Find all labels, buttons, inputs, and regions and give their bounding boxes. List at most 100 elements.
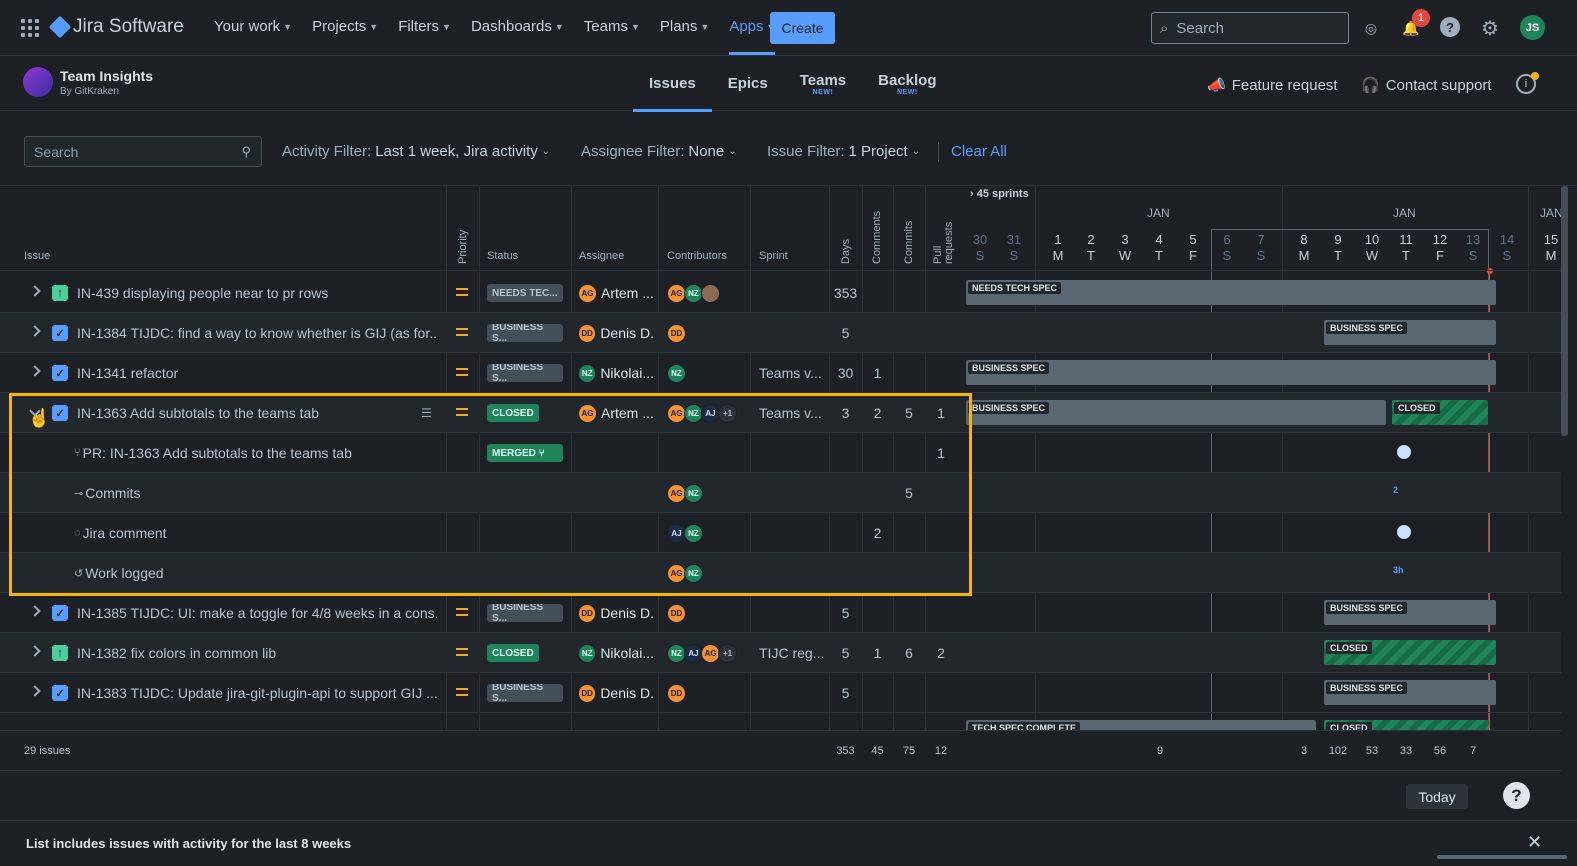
- tab-issues[interactable]: Issues: [633, 56, 712, 112]
- avatar[interactable]: DD: [667, 683, 686, 703]
- details-panel-icon[interactable]: ☰: [421, 406, 432, 420]
- col-comments[interactable]: Comments: [871, 211, 883, 264]
- timeline-bar[interactable]: BUSINESS SPEC: [1324, 600, 1496, 625]
- menu-your-work[interactable]: Your work ▼: [214, 18, 292, 35]
- timeline-bar[interactable]: CLOSED: [1392, 400, 1488, 425]
- timeline-marker[interactable]: 2: [1393, 485, 1398, 495]
- timeline-bar[interactable]: BUSINESS SPEC: [966, 400, 1386, 425]
- timeline-marker[interactable]: 3h: [1393, 565, 1404, 575]
- app-switcher-icon[interactable]: [21, 19, 39, 37]
- menu-projects[interactable]: Projects ▼: [312, 18, 378, 35]
- avatar[interactable]: DD: [667, 323, 686, 343]
- table-row[interactable]: ✓ IN-1341 refactor BUSINESS S... NZ Nikolai.…: [0, 353, 1561, 393]
- activity-filter[interactable]: Activity Filter: Last 1 week, Jira activi…: [282, 143, 550, 160]
- today-button[interactable]: Today: [1406, 784, 1468, 809]
- table-row[interactable]: ✓ IN-1384 TIJDC: find a way to know wheth…: [0, 313, 1561, 353]
- assignee-filter[interactable]: Assignee Filter: None ⌄: [581, 143, 737, 160]
- tab-epics[interactable]: Epics: [712, 56, 784, 111]
- table-row-partial[interactable]: TECH SPEC COMPLETE CLOSED: [0, 713, 1561, 730]
- table-row[interactable]: ✓ IN-1383 TIJDC: Update jira-git-plugin-a…: [0, 673, 1561, 713]
- avatar[interactable]: +1: [718, 403, 737, 423]
- issue-title[interactable]: IN-1384 TIJDC: find a way to know whethe…: [77, 313, 437, 353]
- menu-apps[interactable]: Apps▼: [729, 18, 776, 55]
- task-checkbox-icon: ✓: [52, 685, 68, 701]
- menu-filters[interactable]: Filters ▼: [398, 18, 451, 35]
- timeline-bar[interactable]: BUSINESS SPEC: [1324, 320, 1496, 345]
- sub-row[interactable]: ⑂ PR: IN-1363 Add subtotals to the teams …: [0, 433, 1561, 473]
- expand-chevron-icon[interactable]: [29, 325, 41, 337]
- avatar[interactable]: DD: [667, 603, 686, 623]
- expand-chevron-icon[interactable]: [29, 685, 41, 697]
- sub-row[interactable]: ⊸ Commits AG NZ 5 2: [0, 473, 1561, 513]
- issue-title[interactable]: IN-1382 fix colors in common lib: [77, 633, 437, 673]
- timeline-bar[interactable]: TECH SPEC COMPLETE: [966, 720, 1316, 730]
- expand-chevron-icon[interactable]: [29, 285, 41, 297]
- expand-chevron-icon[interactable]: [29, 605, 41, 617]
- col-sprint[interactable]: Sprint: [759, 250, 788, 262]
- user-avatar[interactable]: JS: [1520, 15, 1545, 40]
- col-status[interactable]: Status: [487, 250, 518, 262]
- issue-title[interactable]: IN-1341 refactor: [77, 353, 437, 393]
- compass-icon[interactable]: ◎: [1360, 17, 1382, 39]
- clear-all-button[interactable]: Clear All: [951, 143, 1007, 160]
- issue-title[interactable]: IN-1383 TIJDC: Update jira-git-plugin-ap…: [77, 673, 437, 713]
- sub-row[interactable]: ↺ Work logged AG NZ 3h: [0, 553, 1561, 593]
- tab-backlog[interactable]: Backlog NEW!: [862, 56, 952, 111]
- col-contributors[interactable]: Contributors: [667, 250, 727, 262]
- menu-teams[interactable]: Teams ▼: [584, 18, 640, 35]
- vertical-scrollbar[interactable]: [1561, 186, 1568, 436]
- horizontal-scrollbar[interactable]: [1437, 855, 1567, 859]
- day-weekday: S: [1009, 248, 1019, 263]
- settings-icon[interactable]: ⚙: [1479, 17, 1501, 40]
- create-button[interactable]: Create: [770, 12, 835, 44]
- timeline-bar[interactable]: CLOSED: [1324, 720, 1489, 730]
- timeline-avatar-marker[interactable]: [1397, 445, 1411, 459]
- help-button[interactable]: ?: [1503, 782, 1530, 809]
- issue-title[interactable]: IN-1385 TIJDC: UI: make a toggle for 4/8…: [77, 593, 437, 633]
- avatar[interactable]: [701, 283, 720, 303]
- col-assignee[interactable]: Assignee: [579, 250, 624, 262]
- feature-request-link[interactable]: 📣 Feature request: [1207, 76, 1338, 95]
- issue-search-input[interactable]: Search ⚲: [24, 136, 262, 167]
- timeline-bar[interactable]: CLOSED: [1324, 640, 1496, 665]
- timeline-bar[interactable]: BUSINESS SPEC: [1324, 680, 1496, 705]
- avatar[interactable]: NZ: [684, 523, 703, 543]
- table-row[interactable]: ✓ IN-1363 Add subtotals to the teams tab C…: [0, 393, 1561, 433]
- tab-teams[interactable]: Teams NEW!: [784, 56, 862, 111]
- sub-row[interactable]: ◌ Jira comment AJ NZ 2: [0, 513, 1561, 553]
- avatar[interactable]: NZ: [684, 563, 703, 583]
- timeline-avatar-marker[interactable]: [1397, 525, 1411, 539]
- avatar[interactable]: NZ: [684, 483, 703, 503]
- col-issue[interactable]: Issue: [24, 250, 50, 262]
- col-pull-requests[interactable]: Pull requests: [932, 204, 955, 264]
- contributors: AG NZ: [667, 553, 747, 593]
- contact-support-link[interactable]: 🎧 Contact support: [1361, 76, 1492, 95]
- table-row[interactable]: ↑ IN-1382 fix colors in common lib CLOSED N…: [0, 633, 1561, 673]
- timeline-day: 1M: [1048, 232, 1068, 264]
- avatar[interactable]: NZ: [667, 363, 686, 383]
- expand-chevron-icon[interactable]: [29, 365, 41, 377]
- global-search-input[interactable]: ⌕ Search: [1151, 12, 1349, 44]
- sprints-toggle[interactable]: › 45 sprints: [970, 188, 1029, 200]
- timeline-bar[interactable]: BUSINESS SPEC: [966, 360, 1496, 385]
- issue-title[interactable]: IN-439 displaying people near to pr rows: [77, 273, 437, 313]
- menu-plans[interactable]: Plans ▼: [660, 18, 709, 35]
- col-days[interactable]: Days: [840, 239, 852, 264]
- table-row[interactable]: ✓ IN-1385 TIJDC: UI: make a toggle for 4/…: [0, 593, 1561, 633]
- table-row[interactable]: ↑ IN-439 displaying people near to pr row…: [0, 273, 1561, 313]
- help-icon[interactable]: ?: [1440, 17, 1460, 37]
- jira-logo[interactable]: Jira Software: [48, 15, 184, 39]
- menu-dashboards[interactable]: Dashboards ▼: [471, 18, 564, 35]
- col-priority[interactable]: Priority: [457, 230, 469, 264]
- commits: [893, 353, 925, 393]
- avatar[interactable]: +1: [718, 643, 737, 663]
- contributors: DD: [667, 673, 747, 713]
- close-icon[interactable]: ✕: [1527, 832, 1542, 853]
- col-commits[interactable]: Commits: [903, 221, 915, 264]
- timeline-bar[interactable]: NEEDS TECH SPEC: [966, 280, 1496, 305]
- issue-title[interactable]: IN-1363 Add subtotals to the teams tab: [77, 393, 437, 433]
- expand-chevron-icon[interactable]: [29, 645, 41, 657]
- issue-filter[interactable]: Issue Filter: 1 Project ⌄: [767, 143, 920, 160]
- megaphone-icon: 📣: [1207, 77, 1226, 94]
- chevron-down-icon: ▼: [554, 21, 564, 32]
